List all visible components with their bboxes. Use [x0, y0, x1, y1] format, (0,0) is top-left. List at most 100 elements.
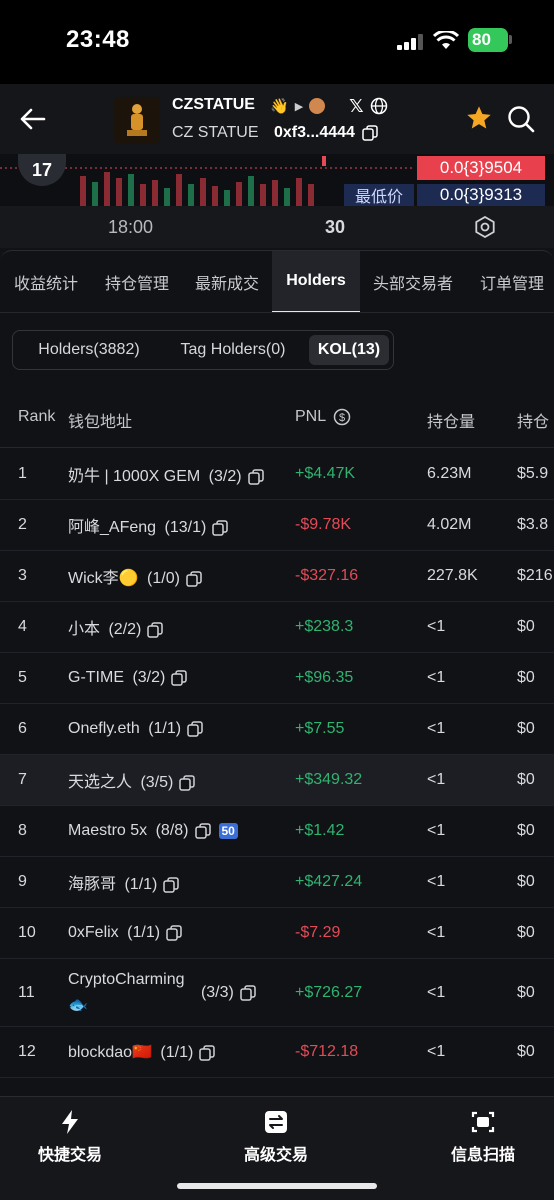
- pnl-cell: -$327.16: [295, 567, 359, 584]
- table-row[interactable]: 5 G-TIME (3/2) +$96.35 <1 $0: [0, 653, 554, 704]
- holding-cell: <1: [427, 771, 446, 788]
- copy-icon[interactable]: [179, 775, 196, 791]
- svg-text:$: $: [339, 412, 345, 424]
- token-address[interactable]: 0xf3...4444: [274, 124, 379, 142]
- col-holding[interactable]: 持仓量: [427, 408, 475, 432]
- wallet-cell[interactable]: CryptoCharming 🐟 (3/3): [68, 967, 256, 1019]
- copy-icon[interactable]: [186, 571, 202, 587]
- wallet-cell[interactable]: 0xFelix (1/1): [68, 924, 182, 942]
- table-row[interactable]: 4 小本 (2/2) +$238.3 <1 $0: [0, 602, 554, 653]
- pnl-cell: +$427.24: [295, 873, 363, 890]
- status-bar: 23:48 80: [0, 0, 554, 84]
- price-chart[interactable]: 17 0.0{3}9504 最低价 0.0{3}9313: [0, 154, 554, 206]
- holding-value-cell: $216: [517, 567, 553, 584]
- quick-trade-button[interactable]: 快捷交易: [10, 1109, 130, 1165]
- pancake-icon[interactable]: [309, 98, 326, 114]
- pnl-cell: +$4.47K: [295, 465, 356, 482]
- subtab-tag-holders[interactable]: Tag Holders(0): [163, 335, 303, 365]
- pnl-cell: +$96.35: [295, 669, 354, 686]
- copy-icon[interactable]: [194, 823, 211, 839]
- table-row[interactable]: 3 Wick李🟡 (1/0) -$327.16 227.8K $216: [0, 551, 554, 602]
- low-price-label: 最低价: [344, 184, 414, 206]
- holding-value-cell: $0: [517, 771, 535, 788]
- table-row[interactable]: 1 奶牛 | 1000X GEM (3/2) +$4.47K 6.23M $5.…: [0, 449, 554, 500]
- rank-cell: 12: [18, 1043, 36, 1060]
- globe-icon[interactable]: [370, 97, 388, 115]
- table-row[interactable]: 9 海豚哥 (1/1) +$427.24 <1 $0: [0, 857, 554, 908]
- wallet-cell[interactable]: G-TIME (3/2): [68, 669, 188, 687]
- holding-value-cell: $0: [517, 822, 535, 839]
- advanced-trade-label: 高级交易: [243, 1147, 308, 1164]
- holding-value-cell: $0: [517, 669, 535, 686]
- search-icon[interactable]: [506, 104, 536, 134]
- holding-value-cell: $0: [517, 618, 535, 635]
- wallet-name: CryptoCharming: [68, 970, 185, 988]
- wallet-buy-sell-count: (3/5): [140, 774, 174, 791]
- info-scan-button[interactable]: 信息扫描: [423, 1109, 543, 1165]
- copy-icon[interactable]: [199, 1045, 216, 1061]
- copy-icon[interactable]: [171, 670, 188, 686]
- holding-cell: <1: [427, 1043, 446, 1060]
- table-row[interactable]: 2 阿峰_AFeng (13/1) -$9.78K 4.02M $3.8: [0, 500, 554, 551]
- interval-selector[interactable]: 30: [325, 217, 345, 238]
- token-header: CZSTATUE 👋 ▶ 𝕏 CZ STATUE 0xf3...4444: [0, 84, 554, 154]
- subtab-holders[interactable]: Holders(3882): [19, 335, 159, 365]
- chart-settings-icon[interactable]: [474, 216, 496, 238]
- col-rank[interactable]: Rank: [18, 408, 55, 426]
- copy-icon[interactable]: [187, 721, 203, 737]
- tab-latest-trades[interactable]: 最新成交: [182, 251, 272, 312]
- rank-cell: 1: [18, 465, 27, 482]
- rank-cell: 6: [18, 720, 27, 737]
- col-pnl[interactable]: PNL $: [295, 408, 351, 426]
- favorite-star-icon[interactable]: [465, 104, 493, 132]
- pnl-cell: -$7.29: [295, 924, 341, 941]
- x-twitter-icon[interactable]: 𝕏: [349, 96, 364, 117]
- copy-icon[interactable]: [163, 877, 180, 893]
- advanced-trade-button[interactable]: 高级交易: [216, 1109, 336, 1165]
- holding-value-cell: $0: [517, 873, 535, 890]
- table-row[interactable]: 6 Onefly.eth (1/1) +$7.55 <1 $0: [0, 704, 554, 755]
- wallet-name: Maestro 5x: [68, 822, 148, 839]
- panel-tabs: 收益统计 持仓管理 最新成交 Holders 头部交易者 订单管理: [0, 251, 554, 313]
- wallet-cell[interactable]: 海豚哥 (1/1): [68, 870, 180, 894]
- holding-value-cell: $0: [517, 924, 535, 941]
- copy-icon[interactable]: [247, 469, 264, 485]
- back-arrow-icon[interactable]: [18, 104, 48, 134]
- table-row[interactable]: 10 0xFelix (1/1) -$7.29 <1 $0: [0, 908, 554, 959]
- copy-icon[interactable]: [147, 622, 164, 638]
- currency-toggle-icon[interactable]: $: [333, 408, 351, 426]
- table-header: Rank 钱包地址 PNL $ 持仓量 持仓: [0, 388, 554, 448]
- wallet-cell[interactable]: Onefly.eth (1/1): [68, 720, 203, 738]
- wallet-cell[interactable]: 天选之人 (3/5): [68, 768, 196, 792]
- wallet-name: 小本: [68, 621, 101, 638]
- rank-cell: 5: [18, 669, 27, 686]
- pnl-cell: +$238.3: [295, 618, 354, 635]
- subtab-kol[interactable]: KOL(13): [309, 335, 389, 365]
- copy-icon[interactable]: [362, 125, 379, 141]
- rank-cell: 11: [18, 983, 35, 1001]
- wallet-cell[interactable]: 阿峰_AFeng (13/1): [68, 513, 229, 537]
- wallet-buy-sell-count: (3/2): [132, 669, 166, 686]
- table-row[interactable]: 12 blockdao🇨🇳 (1/1) -$712.18 <1 $0: [0, 1027, 554, 1078]
- tab-pnl-stats[interactable]: 收益统计: [0, 251, 92, 312]
- copy-icon[interactable]: [212, 520, 229, 536]
- wallet-cell[interactable]: 小本 (2/2): [68, 615, 164, 639]
- wallet-cell[interactable]: Wick李🟡 (1/0): [68, 564, 202, 588]
- wallet-cell[interactable]: blockdao🇨🇳 (1/1): [68, 1042, 216, 1062]
- table-row[interactable]: 7 天选之人 (3/5) +$349.32 <1 $0: [0, 755, 554, 806]
- wallet-cell[interactable]: Maestro 5x (8/8) 50: [68, 822, 238, 840]
- tab-holders[interactable]: Holders: [272, 251, 360, 312]
- copy-icon[interactable]: [240, 984, 256, 1001]
- pnl-cell: +$1.42: [295, 822, 345, 839]
- tab-top-traders[interactable]: 头部交易者: [360, 251, 466, 312]
- copy-icon[interactable]: [166, 925, 182, 941]
- tab-position-management[interactable]: 持仓管理: [92, 251, 182, 312]
- rank-cell: 4: [18, 618, 27, 635]
- col-holding-value[interactable]: 持仓: [517, 408, 549, 432]
- wifi-icon: [433, 31, 459, 49]
- wallet-buy-sell-count: (8/8): [155, 822, 189, 839]
- tab-order-management[interactable]: 订单管理: [466, 251, 554, 312]
- wallet-cell[interactable]: 奶牛 | 1000X GEM (3/2): [68, 462, 264, 486]
- table-row[interactable]: 11 CryptoCharming 🐟 (3/3) +$726.27 <1 $0: [0, 959, 554, 1027]
- table-row[interactable]: 8 Maestro 5x (8/8) 50 +$1.42 <1 $0: [0, 806, 554, 857]
